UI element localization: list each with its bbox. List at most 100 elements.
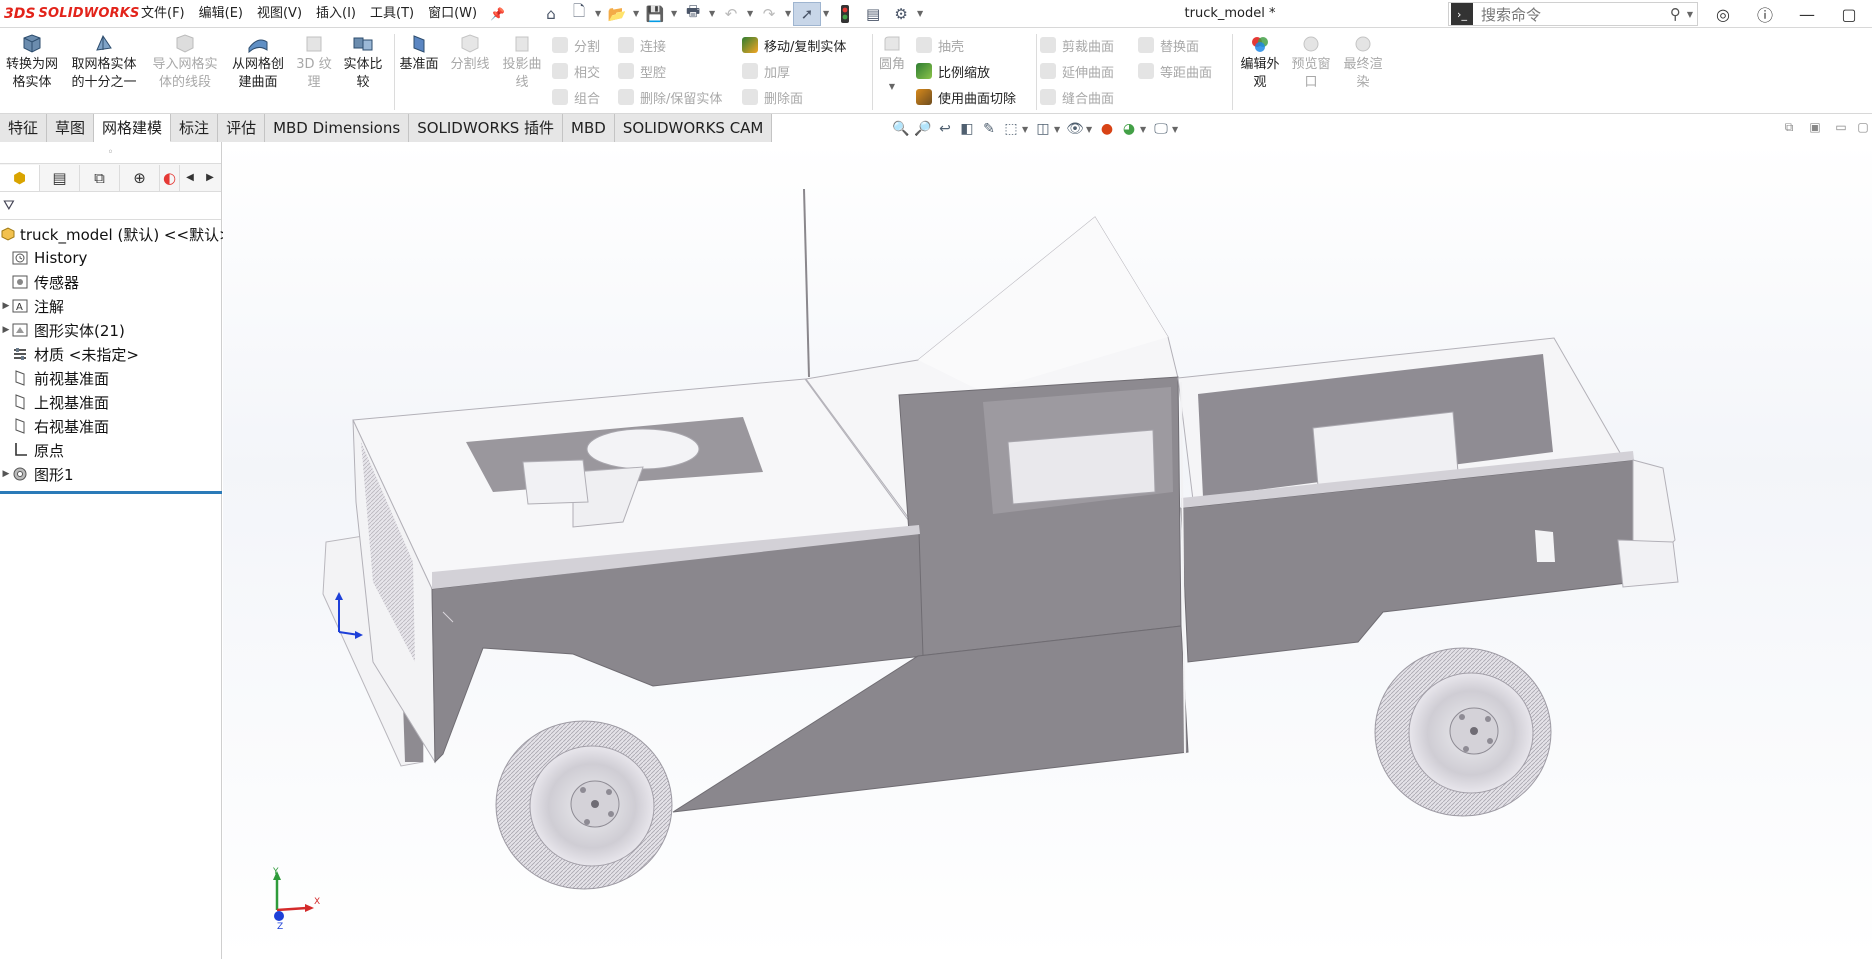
tree-filter[interactable]: ⛛ xyxy=(0,192,221,220)
tree-item-origin[interactable]: 原点 xyxy=(0,438,221,462)
trim-surface-button[interactable]: 剪裁曲面 xyxy=(1040,34,1114,56)
cut-with-surface-button[interactable]: 使用曲面切除 xyxy=(916,86,1016,108)
shell-button[interactable]: 抽壳 xyxy=(916,34,964,56)
tree-item-top-plane[interactable]: 上视基准面 xyxy=(0,390,221,414)
apply-scene-icon[interactable]: ◕ xyxy=(1118,119,1140,139)
tab-markup[interactable]: 标注 xyxy=(171,114,219,142)
split-line-button[interactable]: 分割线 xyxy=(446,34,494,74)
tree-horizontal-scrollbar[interactable] xyxy=(0,491,222,494)
display-style-icon[interactable]: ◫ xyxy=(1032,119,1054,139)
panel-tabs-right-arrow-icon[interactable]: ▶ xyxy=(200,172,220,183)
fillet-dropdown-icon[interactable]: ▼ xyxy=(889,78,895,96)
apply-scene-dropdown-icon[interactable]: ▼ xyxy=(1140,125,1150,134)
minimize-icon[interactable]: — xyxy=(1790,0,1824,28)
viewport-split-icon[interactable]: ▣ xyxy=(1804,120,1826,138)
pin-menu-icon[interactable]: 📌 xyxy=(484,7,511,21)
replace-face-button[interactable]: 替换面 xyxy=(1138,34,1199,56)
redo-icon[interactable]: ↷ xyxy=(755,2,783,26)
save-icon[interactable]: 💾 xyxy=(641,2,669,26)
panel-tabs-left-arrow-icon[interactable]: ◀ xyxy=(180,172,200,183)
view-settings-icon[interactable]: 🖵 xyxy=(1150,119,1172,139)
knit-surface-button[interactable]: 缝合曲面 xyxy=(1040,86,1114,108)
offset-surface-button[interactable]: 等距曲面 xyxy=(1138,60,1212,82)
configuration-manager-tab-icon[interactable]: ⧉ xyxy=(80,164,120,191)
tree-root[interactable]: truck_model (默认) <<默认> xyxy=(0,222,232,246)
menu-edit[interactable]: 编辑(E) xyxy=(192,0,250,28)
zoom-to-fit-icon[interactable]: 🔍 xyxy=(890,119,912,139)
zoom-to-area-icon[interactable]: 🔎 xyxy=(912,119,934,139)
projected-curve-button[interactable]: 投影曲 线 xyxy=(498,34,546,92)
undo-icon[interactable]: ↶ xyxy=(717,2,745,26)
options-dropdown-icon[interactable]: ▼ xyxy=(915,9,925,18)
viewport-restore-icon[interactable]: ⧉ xyxy=(1778,120,1800,138)
menu-window[interactable]: 窗口(W) xyxy=(421,0,484,28)
print-dropdown-icon[interactable]: ▼ xyxy=(707,9,717,18)
maximize-icon[interactable]: ▢ xyxy=(1832,0,1866,28)
save-dropdown-icon[interactable]: ▼ xyxy=(669,9,679,18)
expand-arrow-icon[interactable]: ▶ xyxy=(0,325,12,335)
move-copy-body-button[interactable]: 移动/复制实体 xyxy=(742,34,846,56)
section-view-icon[interactable]: ◧ xyxy=(956,119,978,139)
final-render-button[interactable]: 最终渲 染 xyxy=(1338,34,1388,92)
convert-to-mesh-body-button[interactable]: 转换为网 格实体 xyxy=(4,34,60,92)
search-commands[interactable]: ›_ 搜索命令 ⚲ ▼ xyxy=(1448,2,1698,26)
combine-button[interactable]: 组合 xyxy=(552,86,600,108)
viewport-maximize-icon[interactable]: ▢ xyxy=(1852,120,1872,138)
hide-show-items-icon[interactable]: 👁 xyxy=(1064,119,1086,139)
tab-solidworks-addins[interactable]: SOLIDWORKS 插件 xyxy=(409,114,564,142)
open-icon[interactable]: 📂 xyxy=(603,2,631,26)
delete-face-button[interactable]: 删除面 xyxy=(742,86,803,108)
fillet-button[interactable]: 圆角 ▼ xyxy=(874,34,910,96)
expand-arrow-icon[interactable]: ▶ xyxy=(0,469,12,479)
view-orientation-icon[interactable]: ⬚ xyxy=(1000,119,1022,139)
feature-manager-tab-icon[interactable]: ⬢ xyxy=(0,164,40,191)
tab-evaluate[interactable]: 评估 xyxy=(218,114,266,142)
tab-sketch[interactable]: 草图 xyxy=(47,114,95,142)
select-icon[interactable]: ➚ xyxy=(793,1,822,26)
search-icon[interactable]: ⚲ xyxy=(1670,5,1687,23)
previous-view-icon[interactable]: ↩ xyxy=(934,119,956,139)
tree-item-annotations[interactable]: ▶ A 注解 xyxy=(0,294,221,318)
display-manager-tab-icon[interactable]: ◐ xyxy=(160,164,180,191)
join-button[interactable]: 连接 xyxy=(618,34,666,56)
tab-features[interactable]: 特征 xyxy=(0,114,48,142)
extend-surface-button[interactable]: 延伸曲面 xyxy=(1040,60,1114,82)
print-icon[interactable]: 🖶 xyxy=(679,2,707,26)
cavity-button[interactable]: 型腔 xyxy=(618,60,666,82)
3d-texture-button[interactable]: 3D 纹 理 xyxy=(292,34,336,92)
redo-dropdown-icon[interactable]: ▼ xyxy=(783,9,793,18)
view-orientation-dropdown-icon[interactable]: ▼ xyxy=(1022,125,1032,134)
home-icon[interactable]: ⌂ xyxy=(537,2,565,26)
select-dropdown-icon[interactable]: ▼ xyxy=(821,9,831,18)
tree-item-front-plane[interactable]: 前视基准面 xyxy=(0,366,221,390)
panel-resize-handle[interactable]: ◦ xyxy=(0,142,221,164)
tree-item-graphic1[interactable]: ▶ 图形1 xyxy=(0,462,221,486)
tab-mbd[interactable]: MBD xyxy=(563,114,615,142)
preview-window-button[interactable]: 预览窗 口 xyxy=(1288,34,1334,92)
dimxpert-manager-tab-icon[interactable]: ⊕ xyxy=(120,164,160,191)
tree-item-material[interactable]: 材质 <未指定> xyxy=(0,342,221,366)
file-properties-icon[interactable]: ▤ xyxy=(859,2,887,26)
thicken-button[interactable]: 加厚 xyxy=(742,60,790,82)
property-manager-tab-icon[interactable]: ▤ xyxy=(40,164,80,191)
truck-model[interactable] xyxy=(223,142,1872,959)
new-dropdown-icon[interactable]: ▼ xyxy=(593,9,603,18)
tab-mbd-dimensions[interactable]: MBD Dimensions xyxy=(265,114,410,142)
help-icon[interactable]: ⓘ xyxy=(1748,0,1782,28)
tab-solidworks-cam[interactable]: SOLIDWORKS CAM xyxy=(614,114,773,142)
options-icon[interactable]: ⚙ xyxy=(887,2,915,26)
solidworks-logo[interactable]: 3DS SOLIDWORKS xyxy=(0,0,139,28)
body-compare-button[interactable]: 实体比 较 xyxy=(338,34,388,92)
tree-item-right-plane[interactable]: 右视基准面 xyxy=(0,414,221,438)
intersect-button[interactable]: 相交 xyxy=(552,60,600,82)
menu-tools[interactable]: 工具(T) xyxy=(363,0,421,28)
view-settings-dropdown-icon[interactable]: ▼ xyxy=(1172,125,1182,134)
surface-from-mesh-button[interactable]: 从网格创 建曲面 xyxy=(228,34,288,92)
open-dropdown-icon[interactable]: ▼ xyxy=(631,9,641,18)
tree-item-sensors[interactable]: 传感器 xyxy=(0,270,221,294)
split-button[interactable]: 分割 xyxy=(552,34,600,56)
tab-mesh-modeling[interactable]: 网格建模 xyxy=(94,114,172,142)
tree-item-graphics-bodies[interactable]: ▶ 图形实体(21) xyxy=(0,318,221,342)
menu-file[interactable]: 文件(F) xyxy=(134,0,192,28)
reference-plane-button[interactable]: 基准面 xyxy=(396,34,442,74)
